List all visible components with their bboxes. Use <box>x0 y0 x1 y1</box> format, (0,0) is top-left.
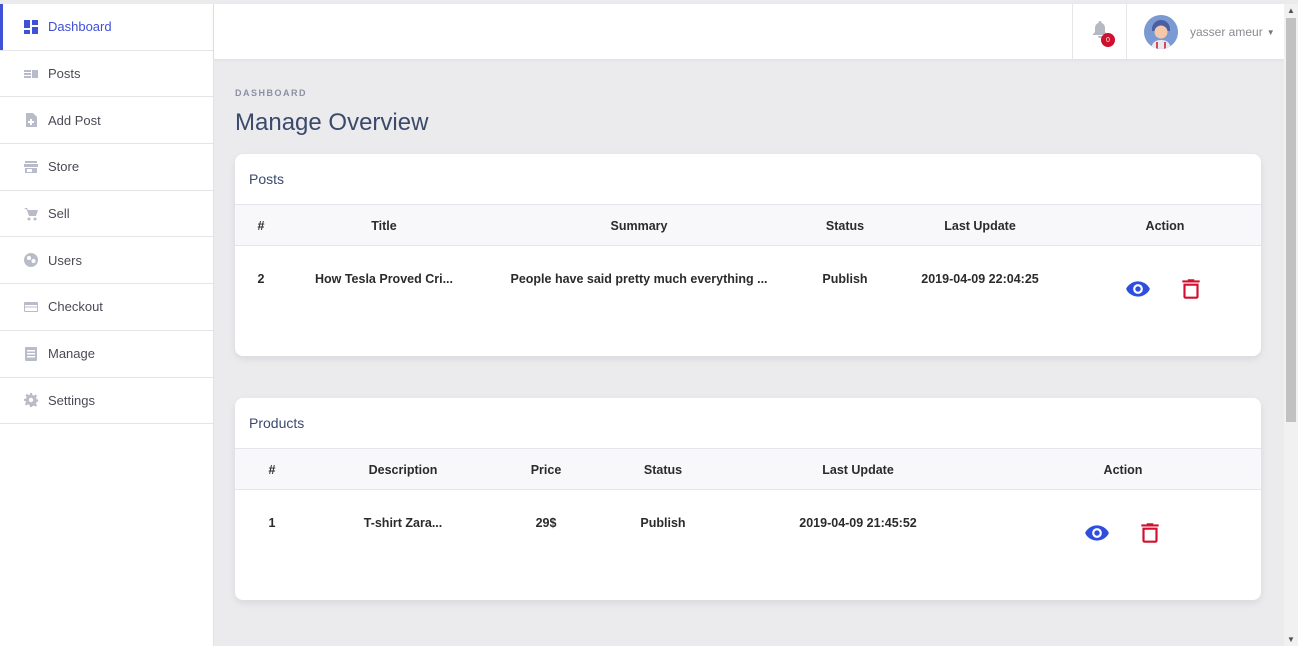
column-header: Action <box>1103 463 1143 477</box>
sidebar-item-label: Settings <box>48 392 95 408</box>
user-name: yasser ameur <box>1190 25 1263 39</box>
delete-product-button[interactable] <box>1137 520 1163 546</box>
view-product-button[interactable] <box>1084 520 1110 546</box>
trash-icon <box>1182 279 1200 299</box>
product-id: 1 <box>268 516 276 530</box>
scrollbar-thumb[interactable] <box>1286 18 1296 422</box>
sidebar-item-label: Posts <box>48 66 81 82</box>
avatar <box>1144 15 1178 49</box>
store-icon <box>24 160 38 174</box>
column-header: # <box>268 463 276 477</box>
post-summary: People have said pretty much everything … <box>510 272 768 286</box>
scroll-down-icon[interactable]: ▼ <box>1287 635 1295 644</box>
topbar: 0 yasser ameur ▼ <box>214 4 1284 59</box>
table-row: 1 T-shirt Zara... 29$ Publish 2019-04-09… <box>235 490 1261 554</box>
post-id: 2 <box>257 272 265 286</box>
table-row: 2 How Tesla Proved Cri... People have sa… <box>235 246 1261 310</box>
products-table-header: # Description Price Status Last Update A… <box>235 449 1261 490</box>
chevron-down-icon: ▼ <box>1266 27 1275 37</box>
posts-card: Posts # Title Summary Status Last Update… <box>235 154 1261 356</box>
sidebar-item-manage[interactable]: Manage <box>0 331 213 378</box>
delete-post-button[interactable] <box>1178 276 1204 302</box>
eye-icon <box>1126 281 1150 297</box>
sidebar-item-label: Add Post <box>48 112 101 128</box>
sidebar: Dashboard Posts Add Post Store Sell User… <box>0 4 214 646</box>
sidebar-item-label: Dashboard <box>48 19 112 35</box>
sidebar-item-settings[interactable]: Settings <box>0 378 213 425</box>
sidebar-item-label: Users <box>48 252 82 268</box>
sidebar-item-checkout[interactable]: Checkout <box>0 284 213 331</box>
scroll-up-icon[interactable]: ▲ <box>1287 6 1295 15</box>
user-menu[interactable]: yasser ameur ▼ <box>1144 15 1275 49</box>
page-scrollbar[interactable]: ▲ ▼ <box>1284 4 1298 646</box>
sidebar-item-label: Checkout <box>48 299 103 315</box>
column-header: Last Update <box>822 463 894 477</box>
column-header: Status <box>825 219 865 233</box>
notifications-button[interactable]: 0 <box>1072 4 1127 59</box>
dashboard-icon <box>24 19 38 34</box>
products-card: Products # Description Price Status Last… <box>235 398 1261 600</box>
credit-card-icon <box>24 300 38 314</box>
column-header: Title <box>371 219 397 233</box>
post-title: How Tesla Proved Cri... <box>314 272 454 286</box>
column-header: # <box>257 219 265 233</box>
posts-card-title: Posts <box>235 154 1261 205</box>
products-card-title: Products <box>235 398 1261 449</box>
sidebar-item-label: Store <box>48 159 80 175</box>
post-updated: 2019-04-09 22:04:25 <box>921 272 1039 286</box>
column-header: Action <box>1145 219 1185 233</box>
view-post-button[interactable] <box>1125 276 1151 302</box>
sidebar-item-label: Manage <box>48 346 95 362</box>
column-header: Price <box>530 463 562 477</box>
notification-badge: 0 <box>1101 33 1115 47</box>
cart-icon <box>24 207 38 221</box>
product-price: 29$ <box>535 516 557 530</box>
product-updated: 2019-04-09 21:45:52 <box>799 516 917 530</box>
sidebar-item-posts[interactable]: Posts <box>0 51 213 98</box>
sidebar-item-dashboard[interactable]: Dashboard <box>0 4 213 51</box>
sidebar-item-store[interactable]: Store <box>0 144 213 191</box>
gear-icon <box>24 393 38 408</box>
product-status: Publish <box>640 516 686 530</box>
column-header: Summary <box>610 219 668 233</box>
sidebar-item-label: Sell <box>48 206 70 222</box>
sidebar-item-sell[interactable]: Sell <box>0 191 213 238</box>
add-post-icon <box>24 113 38 128</box>
posts-icon <box>24 67 38 81</box>
page-title: Manage Overview <box>235 109 429 136</box>
column-header: Status <box>643 463 683 477</box>
column-header: Description <box>368 463 438 477</box>
eye-icon <box>1085 525 1109 541</box>
posts-table-header: # Title Summary Status Last Update Actio… <box>235 205 1261 246</box>
manage-icon <box>24 346 38 361</box>
breadcrumb: DASHBOARD <box>235 88 307 98</box>
post-status: Publish <box>822 272 868 286</box>
trash-icon <box>1141 523 1159 543</box>
users-icon <box>24 253 38 268</box>
column-header: Last Update <box>944 219 1016 233</box>
sidebar-item-add-post[interactable]: Add Post <box>0 97 213 145</box>
sidebar-item-users[interactable]: Users <box>0 237 213 285</box>
product-description: T-shirt Zara... <box>363 516 443 530</box>
